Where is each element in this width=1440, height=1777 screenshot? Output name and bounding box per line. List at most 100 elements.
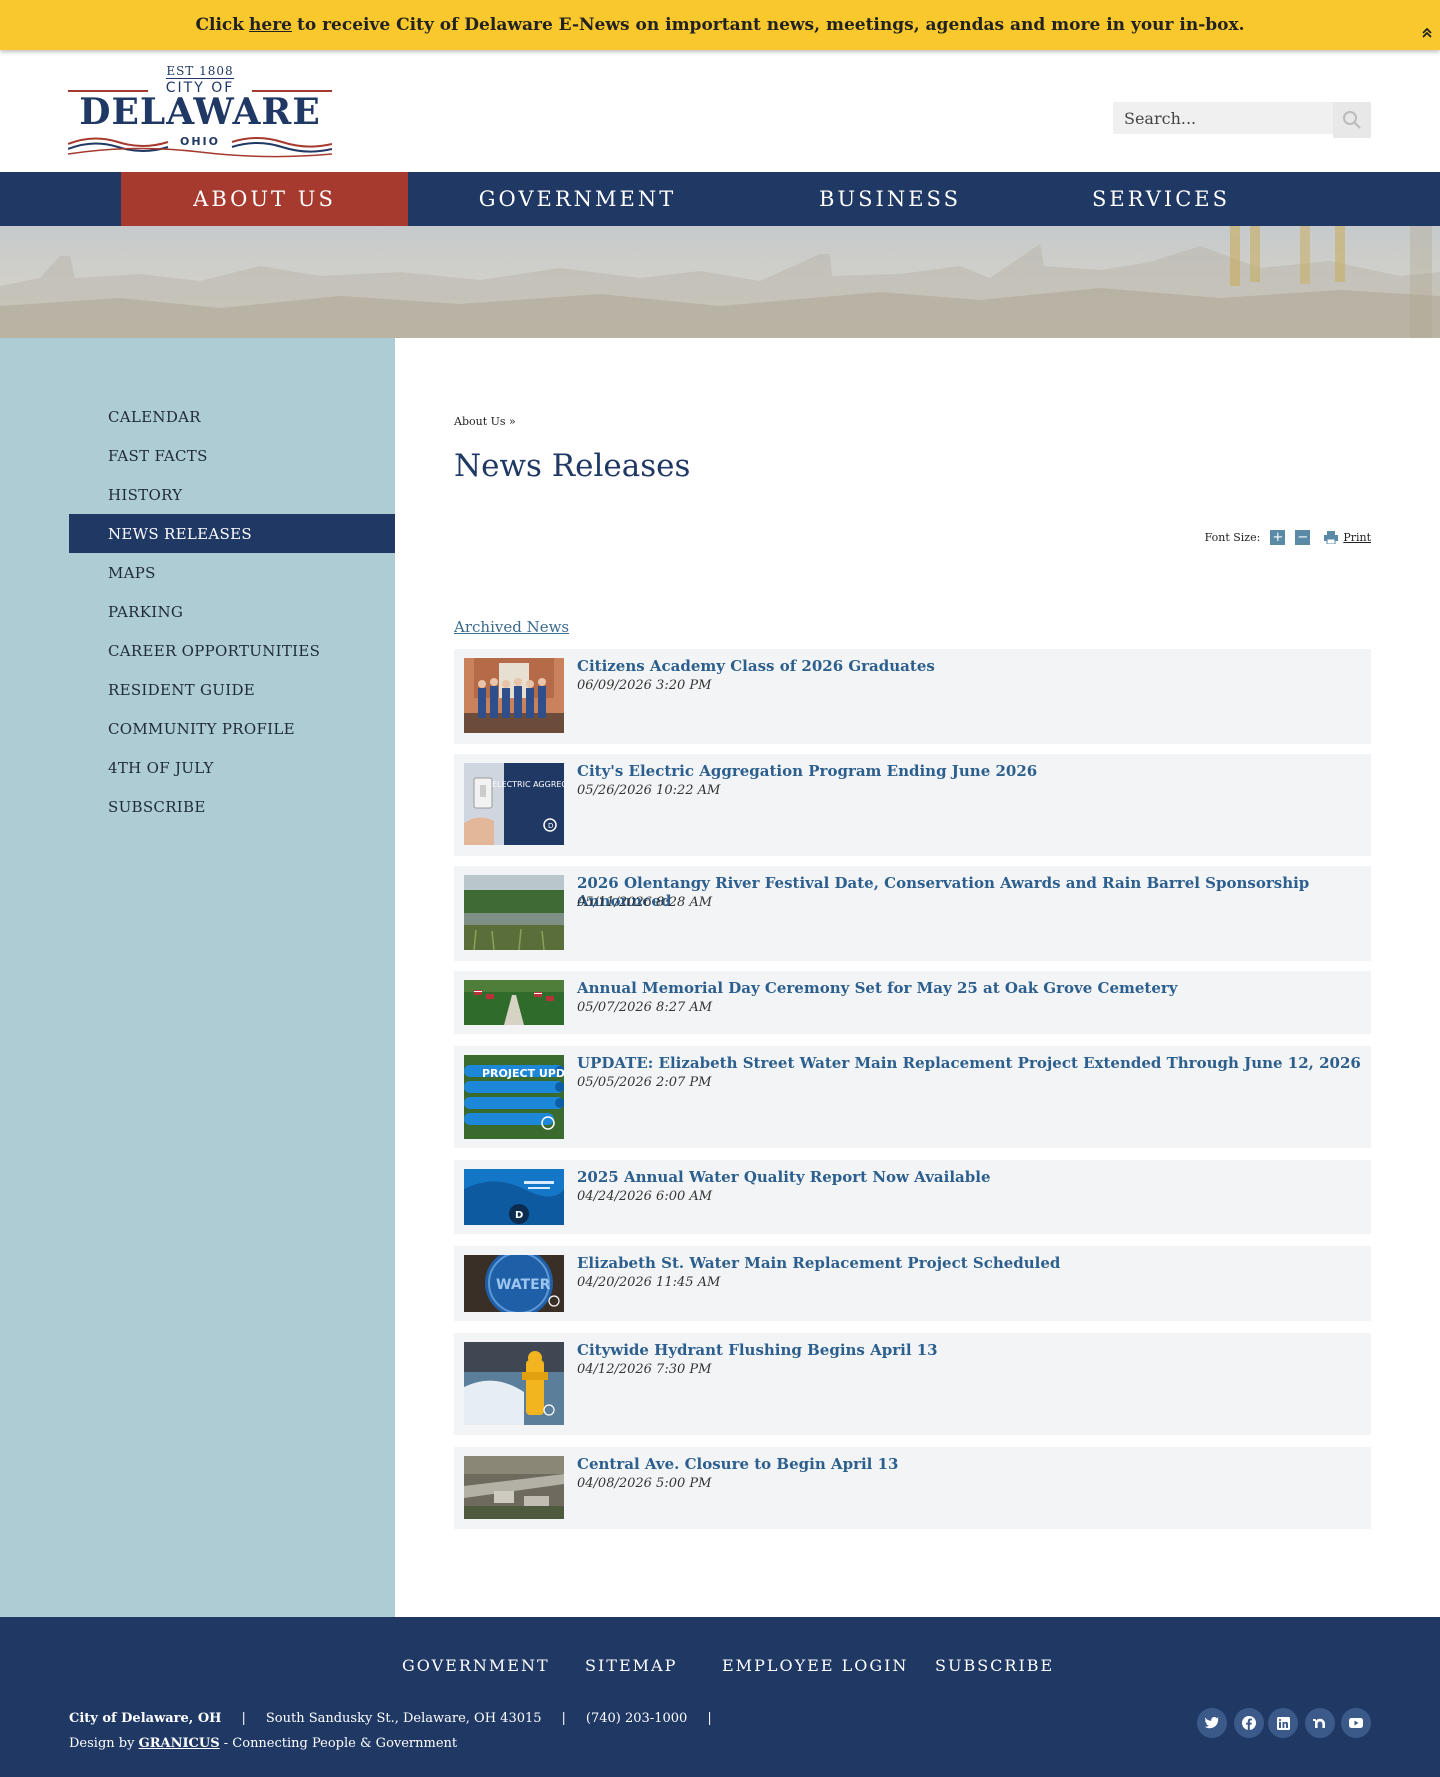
footer-org: City of Delaware, OH bbox=[69, 1711, 222, 1726]
sidebar-item-community-profile[interactable]: COMMUNITY PROFILE bbox=[69, 709, 395, 748]
footer-design-suffix: - Connecting People & Government bbox=[223, 1736, 458, 1751]
site-header: EST 1808 CITY OF DELAWARE OHIO bbox=[0, 50, 1440, 172]
footer-design-prefix: Design by bbox=[69, 1736, 135, 1751]
site-footer: GOVERNMENT SITEMAP EMPLOYEE LOGIN SUBSCR… bbox=[0, 1617, 1440, 1777]
facebook-icon[interactable] bbox=[1234, 1708, 1264, 1738]
page-tools: Font Size: + − Print bbox=[1205, 530, 1371, 545]
news-title[interactable]: Citywide Hydrant Flushing Begins April 1… bbox=[577, 1341, 938, 1359]
print-link[interactable]: Print bbox=[1343, 531, 1371, 544]
footer-address: South Sandusky St., Delaware, OH 43015 bbox=[265, 1711, 542, 1726]
font-decrease-button[interactable]: − bbox=[1295, 530, 1311, 545]
thumb-text-5: PROJECT UPDATE bbox=[482, 1067, 564, 1080]
printer-icon bbox=[1324, 531, 1339, 544]
news-date: 04/12/2026 7:30 PM bbox=[577, 1362, 712, 1377]
news-title[interactable]: Elizabeth St. Water Main Replacement Pro… bbox=[577, 1254, 1060, 1272]
sidebar-item-4th-of-july[interactable]: 4TH OF JULY bbox=[69, 748, 395, 787]
news-date: 05/11/2026 8:28 AM bbox=[577, 895, 713, 910]
sidebar-item-history[interactable]: HISTORY bbox=[69, 475, 395, 514]
news-date: 05/07/2026 8:27 AM bbox=[577, 1000, 713, 1015]
water-report-thumbnail[interactable]: D bbox=[464, 1169, 564, 1225]
project-update-thumbnail[interactable]: PROJECT UPDATE bbox=[464, 1055, 564, 1139]
news-item[interactable]: D ELECTRIC AGGREGATION UPDATE City's Ele… bbox=[454, 754, 1371, 856]
breadcrumb[interactable]: About Us » bbox=[454, 415, 516, 428]
footer-phone[interactable]: (740) 203-1000 bbox=[586, 1711, 687, 1726]
city-logo[interactable]: EST 1808 CITY OF DELAWARE OHIO bbox=[68, 62, 332, 158]
nav-business[interactable]: BUSINESS bbox=[760, 172, 1020, 226]
thumb-text-1: ELECTRIC AGGREGATION UPDATE bbox=[492, 780, 564, 789]
news-item[interactable]: 2026 Olentangy River Festival Date, Cons… bbox=[454, 866, 1371, 961]
skyline-image bbox=[0, 226, 1440, 338]
news-title[interactable]: 2025 Annual Water Quality Report Now Ava… bbox=[577, 1168, 991, 1186]
logo-est: EST 1808 bbox=[166, 64, 234, 79]
sidebar-item-parking[interactable]: PARKING bbox=[69, 592, 395, 631]
footer-link-sitemap[interactable]: SITEMAP bbox=[585, 1656, 677, 1675]
nav-government[interactable]: GOVERNMENT bbox=[430, 172, 725, 226]
news-item[interactable]: Central Ave. Closure to Begin April 13 0… bbox=[454, 1447, 1371, 1529]
aerial-road-thumbnail[interactable] bbox=[464, 1456, 564, 1519]
alert-prefix: Click bbox=[195, 15, 245, 35]
search-button[interactable] bbox=[1333, 102, 1371, 138]
nav-services[interactable]: SERVICES bbox=[1050, 172, 1272, 226]
news-item[interactable]: Citizens Academy Class of 2026 Graduates… bbox=[454, 649, 1371, 744]
news-title[interactable]: Central Ave. Closure to Begin April 13 bbox=[577, 1455, 898, 1473]
footer-separator: | bbox=[707, 1711, 712, 1726]
news-item[interactable]: WATER Elizabeth St. Water Main Replaceme… bbox=[454, 1246, 1371, 1321]
news-item[interactable]: Annual Memorial Day Ceremony Set for May… bbox=[454, 971, 1371, 1034]
granicus-link[interactable]: GRANICUS bbox=[139, 1736, 220, 1751]
group-photo-thumbnail[interactable] bbox=[464, 658, 564, 733]
news-date: 05/26/2026 10:22 AM bbox=[577, 783, 721, 798]
water-cover-thumbnail[interactable]: WATER bbox=[464, 1255, 564, 1312]
news-title[interactable]: Citizens Academy Class of 2026 Graduates bbox=[577, 657, 935, 675]
footer-link-subscribe[interactable]: SUBSCRIBE bbox=[935, 1656, 1054, 1675]
youtube-icon[interactable] bbox=[1341, 1708, 1371, 1738]
search-input[interactable] bbox=[1113, 102, 1327, 134]
footer-link-employee-login[interactable]: EMPLOYEE LOGIN bbox=[722, 1656, 908, 1675]
search-icon bbox=[1343, 111, 1361, 129]
twitter-icon[interactable] bbox=[1197, 1708, 1227, 1738]
news-title[interactable]: City's Electric Aggregation Program Endi… bbox=[577, 762, 1037, 780]
footer-contact: City of Delaware, OH | South Sandusky St… bbox=[69, 1711, 732, 1726]
footer-design-credit: Design by GRANICUS - Connecting People &… bbox=[69, 1736, 457, 1751]
hydrant-thumbnail[interactable] bbox=[464, 1342, 564, 1425]
news-date: 04/20/2026 11:45 AM bbox=[577, 1275, 721, 1290]
sidebar-item-calendar[interactable]: CALENDAR bbox=[69, 397, 395, 436]
sidebar-item-resident-guide[interactable]: RESIDENT GUIDE bbox=[69, 670, 395, 709]
news-item[interactable]: Citywide Hydrant Flushing Begins April 1… bbox=[454, 1333, 1371, 1435]
river-thumbnail[interactable] bbox=[464, 875, 564, 950]
news-title[interactable]: UPDATE: Elizabeth Street Water Main Repl… bbox=[577, 1054, 1361, 1072]
news-date: 05/05/2026 2:07 PM bbox=[577, 1075, 712, 1090]
skyline-banner bbox=[0, 226, 1440, 338]
news-date: 04/08/2026 5:00 PM bbox=[577, 1476, 712, 1491]
sidebar-item-news-releases[interactable]: NEWS RELEASES bbox=[69, 514, 395, 553]
cemetery-flags-thumbnail[interactable] bbox=[464, 980, 564, 1025]
thumb-text-7: WATER bbox=[496, 1277, 551, 1293]
page-title: News Releases bbox=[454, 448, 691, 484]
nav-about-us[interactable]: ABOUT US bbox=[121, 172, 408, 226]
font-increase-button[interactable]: + bbox=[1270, 530, 1286, 545]
alert-text: to receive City of Delaware E-News on im… bbox=[296, 15, 1245, 35]
sidebar-item-career-opportunities[interactable]: CAREER OPPORTUNITIES bbox=[69, 631, 395, 670]
main-nav: ABOUT US GOVERNMENT BUSINESS SERVICES bbox=[0, 172, 1440, 226]
print-button[interactable]: Print bbox=[1324, 531, 1371, 544]
news-title[interactable]: Annual Memorial Day Ceremony Set for May… bbox=[577, 979, 1178, 997]
alert-here-link[interactable]: here bbox=[249, 15, 292, 35]
sidebar-item-subscribe[interactable]: SUBSCRIBE bbox=[69, 787, 395, 826]
main-content: About Us » News Releases Font Size: + − … bbox=[395, 338, 1440, 1617]
footer-separator: | bbox=[241, 1711, 246, 1726]
news-item[interactable]: PROJECT UPDATE UPDATE: Elizabeth Street … bbox=[454, 1046, 1371, 1148]
sidebar-item-fast-facts[interactable]: FAST FACTS bbox=[69, 436, 395, 475]
svg-text:D: D bbox=[515, 1210, 523, 1221]
electric-aggregation-thumbnail[interactable]: D ELECTRIC AGGREGATION UPDATE bbox=[464, 763, 564, 845]
nextdoor-icon[interactable] bbox=[1305, 1708, 1335, 1738]
footer-link-government[interactable]: GOVERNMENT bbox=[402, 1656, 550, 1675]
logo-name: DELAWARE bbox=[79, 91, 321, 133]
collapse-chevron-up-icon[interactable] bbox=[1420, 26, 1434, 40]
archived-news-link[interactable]: Archived News bbox=[454, 618, 569, 636]
enews-alert-bar: Click here to receive City of Delaware E… bbox=[0, 0, 1440, 50]
linkedin-icon[interactable] bbox=[1268, 1708, 1298, 1738]
sidebar: CALENDAR FAST FACTS HISTORY NEWS RELEASE… bbox=[0, 338, 395, 1617]
news-item[interactable]: D 2025 Annual Water Quality Report Now A… bbox=[454, 1160, 1371, 1234]
sidebar-item-maps[interactable]: MAPS bbox=[69, 553, 395, 592]
news-date: 04/24/2026 6:00 AM bbox=[577, 1189, 713, 1204]
search-box bbox=[1113, 102, 1371, 138]
